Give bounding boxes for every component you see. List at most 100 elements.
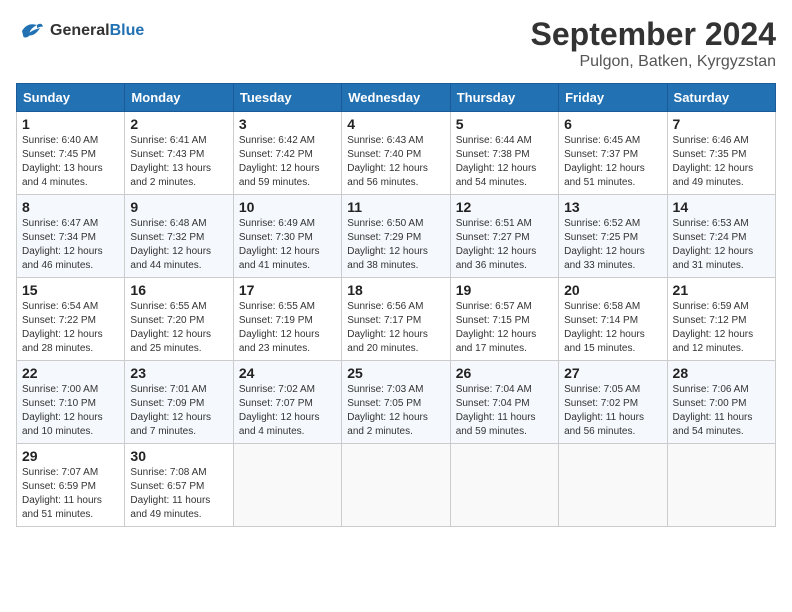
calendar-cell xyxy=(559,444,667,527)
title-section: September 2024 Pulgon, Batken, Kyrgyzsta… xyxy=(531,16,776,71)
day-number: 28 xyxy=(673,365,770,381)
day-info: Sunrise: 6:43 AM Sunset: 7:40 PM Dayligh… xyxy=(347,134,444,190)
calendar-cell: 11 Sunrise: 6:50 AM Sunset: 7:29 PM Dayli… xyxy=(342,195,450,278)
day-info: Sunrise: 7:07 AM Sunset: 6:59 PM Dayligh… xyxy=(22,466,119,522)
day-info: Sunrise: 6:49 AM Sunset: 7:30 PM Dayligh… xyxy=(239,217,336,273)
weekday-header-sunday: Sunday xyxy=(17,84,125,112)
calendar-cell xyxy=(233,444,341,527)
day-number: 30 xyxy=(130,448,227,464)
day-info: Sunrise: 7:06 AM Sunset: 7:00 PM Dayligh… xyxy=(673,383,770,439)
calendar-cell: 12 Sunrise: 6:51 AM Sunset: 7:27 PM Dayli… xyxy=(450,195,558,278)
day-info: Sunrise: 6:45 AM Sunset: 7:37 PM Dayligh… xyxy=(564,134,661,190)
calendar-cell: 16 Sunrise: 6:55 AM Sunset: 7:20 PM Dayli… xyxy=(125,278,233,361)
logo-text: GeneralBlue xyxy=(50,22,144,40)
calendar-week-row: 8 Sunrise: 6:47 AM Sunset: 7:34 PM Daylig… xyxy=(17,195,776,278)
calendar-cell xyxy=(450,444,558,527)
weekday-header-monday: Monday xyxy=(125,84,233,112)
day-number: 5 xyxy=(456,116,553,132)
calendar-cell: 28 Sunrise: 7:06 AM Sunset: 7:00 PM Dayli… xyxy=(667,361,775,444)
calendar-week-row: 1 Sunrise: 6:40 AM Sunset: 7:45 PM Daylig… xyxy=(17,112,776,195)
day-number: 19 xyxy=(456,282,553,298)
calendar-cell: 26Sunrise: 7:04 AM Sunset: 7:04 PM Dayli… xyxy=(450,361,558,444)
day-info: Sunrise: 6:40 AM Sunset: 7:45 PM Dayligh… xyxy=(22,134,119,190)
calendar-week-row: 15Sunrise: 6:54 AM Sunset: 7:22 PM Dayli… xyxy=(17,278,776,361)
day-number: 9 xyxy=(130,199,227,215)
day-number: 12 xyxy=(456,199,553,215)
day-info: Sunrise: 7:05 AM Sunset: 7:02 PM Dayligh… xyxy=(564,383,661,439)
calendar-cell: 18Sunrise: 6:56 AM Sunset: 7:17 PM Dayli… xyxy=(342,278,450,361)
calendar-cell: 7 Sunrise: 6:46 AM Sunset: 7:35 PM Daylig… xyxy=(667,112,775,195)
day-number: 17 xyxy=(239,282,336,298)
day-info: Sunrise: 6:50 AM Sunset: 7:29 PM Dayligh… xyxy=(347,217,444,273)
day-number: 23 xyxy=(130,365,227,381)
day-number: 1 xyxy=(22,116,119,132)
calendar-cell: 13 Sunrise: 6:52 AM Sunset: 7:25 PM Dayli… xyxy=(559,195,667,278)
day-number: 20 xyxy=(564,282,661,298)
day-info: Sunrise: 6:47 AM Sunset: 7:34 PM Dayligh… xyxy=(22,217,119,273)
page-header: GeneralBlue September 2024 Pulgon, Batke… xyxy=(16,16,776,71)
calendar-cell: 23 Sunrise: 7:01 AM Sunset: 7:09 PM Dayli… xyxy=(125,361,233,444)
day-info: Sunrise: 7:04 AM Sunset: 7:04 PM Dayligh… xyxy=(456,383,553,439)
weekday-header-saturday: Saturday xyxy=(667,84,775,112)
location-title: Pulgon, Batken, Kyrgyzstan xyxy=(531,53,776,71)
calendar-cell: 15Sunrise: 6:54 AM Sunset: 7:22 PM Dayli… xyxy=(17,278,125,361)
calendar-cell: 10 Sunrise: 6:49 AM Sunset: 7:30 PM Dayli… xyxy=(233,195,341,278)
day-info: Sunrise: 7:01 AM Sunset: 7:09 PM Dayligh… xyxy=(130,383,227,439)
day-info: Sunrise: 7:02 AM Sunset: 7:07 PM Dayligh… xyxy=(239,383,336,439)
weekday-header-thursday: Thursday xyxy=(450,84,558,112)
day-number: 21 xyxy=(673,282,770,298)
day-number: 8 xyxy=(22,199,119,215)
day-number: 18 xyxy=(347,282,444,298)
calendar-cell: 30 Sunrise: 7:08 AM Sunset: 6:57 PM Dayli… xyxy=(125,444,233,527)
calendar-body: 1 Sunrise: 6:40 AM Sunset: 7:45 PM Daylig… xyxy=(17,112,776,527)
calendar-cell: 8 Sunrise: 6:47 AM Sunset: 7:34 PM Daylig… xyxy=(17,195,125,278)
calendar-cell: 27 Sunrise: 7:05 AM Sunset: 7:02 PM Dayli… xyxy=(559,361,667,444)
day-info: Sunrise: 6:58 AM Sunset: 7:14 PM Dayligh… xyxy=(564,300,661,356)
calendar-cell: 17 Sunrise: 6:55 AM Sunset: 7:19 PM Dayli… xyxy=(233,278,341,361)
calendar-cell xyxy=(342,444,450,527)
calendar-week-row: 29 Sunrise: 7:07 AM Sunset: 6:59 PM Dayli… xyxy=(17,444,776,527)
day-number: 7 xyxy=(673,116,770,132)
day-number: 3 xyxy=(239,116,336,132)
day-number: 2 xyxy=(130,116,227,132)
day-number: 11 xyxy=(347,199,444,215)
day-number: 24 xyxy=(239,365,336,381)
day-number: 10 xyxy=(239,199,336,215)
day-number: 15 xyxy=(22,282,119,298)
calendar-cell xyxy=(667,444,775,527)
day-info: Sunrise: 7:03 AM Sunset: 7:05 PM Dayligh… xyxy=(347,383,444,439)
day-number: 25 xyxy=(347,365,444,381)
day-info: Sunrise: 6:41 AM Sunset: 7:43 PM Dayligh… xyxy=(130,134,227,190)
day-number: 29 xyxy=(22,448,119,464)
calendar-week-row: 22 Sunrise: 7:00 AM Sunset: 7:10 PM Dayli… xyxy=(17,361,776,444)
logo: GeneralBlue xyxy=(16,16,144,46)
logo-icon xyxy=(16,16,46,46)
weekday-header-tuesday: Tuesday xyxy=(233,84,341,112)
day-info: Sunrise: 7:00 AM Sunset: 7:10 PM Dayligh… xyxy=(22,383,119,439)
weekday-header-wednesday: Wednesday xyxy=(342,84,450,112)
calendar-cell: 9 Sunrise: 6:48 AM Sunset: 7:32 PM Daylig… xyxy=(125,195,233,278)
day-info: Sunrise: 6:55 AM Sunset: 7:19 PM Dayligh… xyxy=(239,300,336,356)
day-info: Sunrise: 6:59 AM Sunset: 7:12 PM Dayligh… xyxy=(673,300,770,356)
month-title: September 2024 xyxy=(531,16,776,53)
day-info: Sunrise: 6:51 AM Sunset: 7:27 PM Dayligh… xyxy=(456,217,553,273)
calendar-cell: 21 Sunrise: 6:59 AM Sunset: 7:12 PM Dayli… xyxy=(667,278,775,361)
day-info: Sunrise: 7:08 AM Sunset: 6:57 PM Dayligh… xyxy=(130,466,227,522)
day-info: Sunrise: 6:55 AM Sunset: 7:20 PM Dayligh… xyxy=(130,300,227,356)
day-info: Sunrise: 6:52 AM Sunset: 7:25 PM Dayligh… xyxy=(564,217,661,273)
day-info: Sunrise: 6:42 AM Sunset: 7:42 PM Dayligh… xyxy=(239,134,336,190)
day-number: 16 xyxy=(130,282,227,298)
calendar-cell: 25 Sunrise: 7:03 AM Sunset: 7:05 PM Dayli… xyxy=(342,361,450,444)
calendar-cell: 5Sunrise: 6:44 AM Sunset: 7:38 PM Daylig… xyxy=(450,112,558,195)
day-info: Sunrise: 6:46 AM Sunset: 7:35 PM Dayligh… xyxy=(673,134,770,190)
day-info: Sunrise: 6:48 AM Sunset: 7:32 PM Dayligh… xyxy=(130,217,227,273)
calendar-cell: 3 Sunrise: 6:42 AM Sunset: 7:42 PM Daylig… xyxy=(233,112,341,195)
day-number: 13 xyxy=(564,199,661,215)
calendar-cell: 19Sunrise: 6:57 AM Sunset: 7:15 PM Dayli… xyxy=(450,278,558,361)
calendar-table: SundayMondayTuesdayWednesdayThursdayFrid… xyxy=(16,83,776,527)
day-number: 14 xyxy=(673,199,770,215)
day-number: 27 xyxy=(564,365,661,381)
calendar-cell: 1 Sunrise: 6:40 AM Sunset: 7:45 PM Daylig… xyxy=(17,112,125,195)
calendar-cell: 22 Sunrise: 7:00 AM Sunset: 7:10 PM Dayli… xyxy=(17,361,125,444)
day-number: 22 xyxy=(22,365,119,381)
